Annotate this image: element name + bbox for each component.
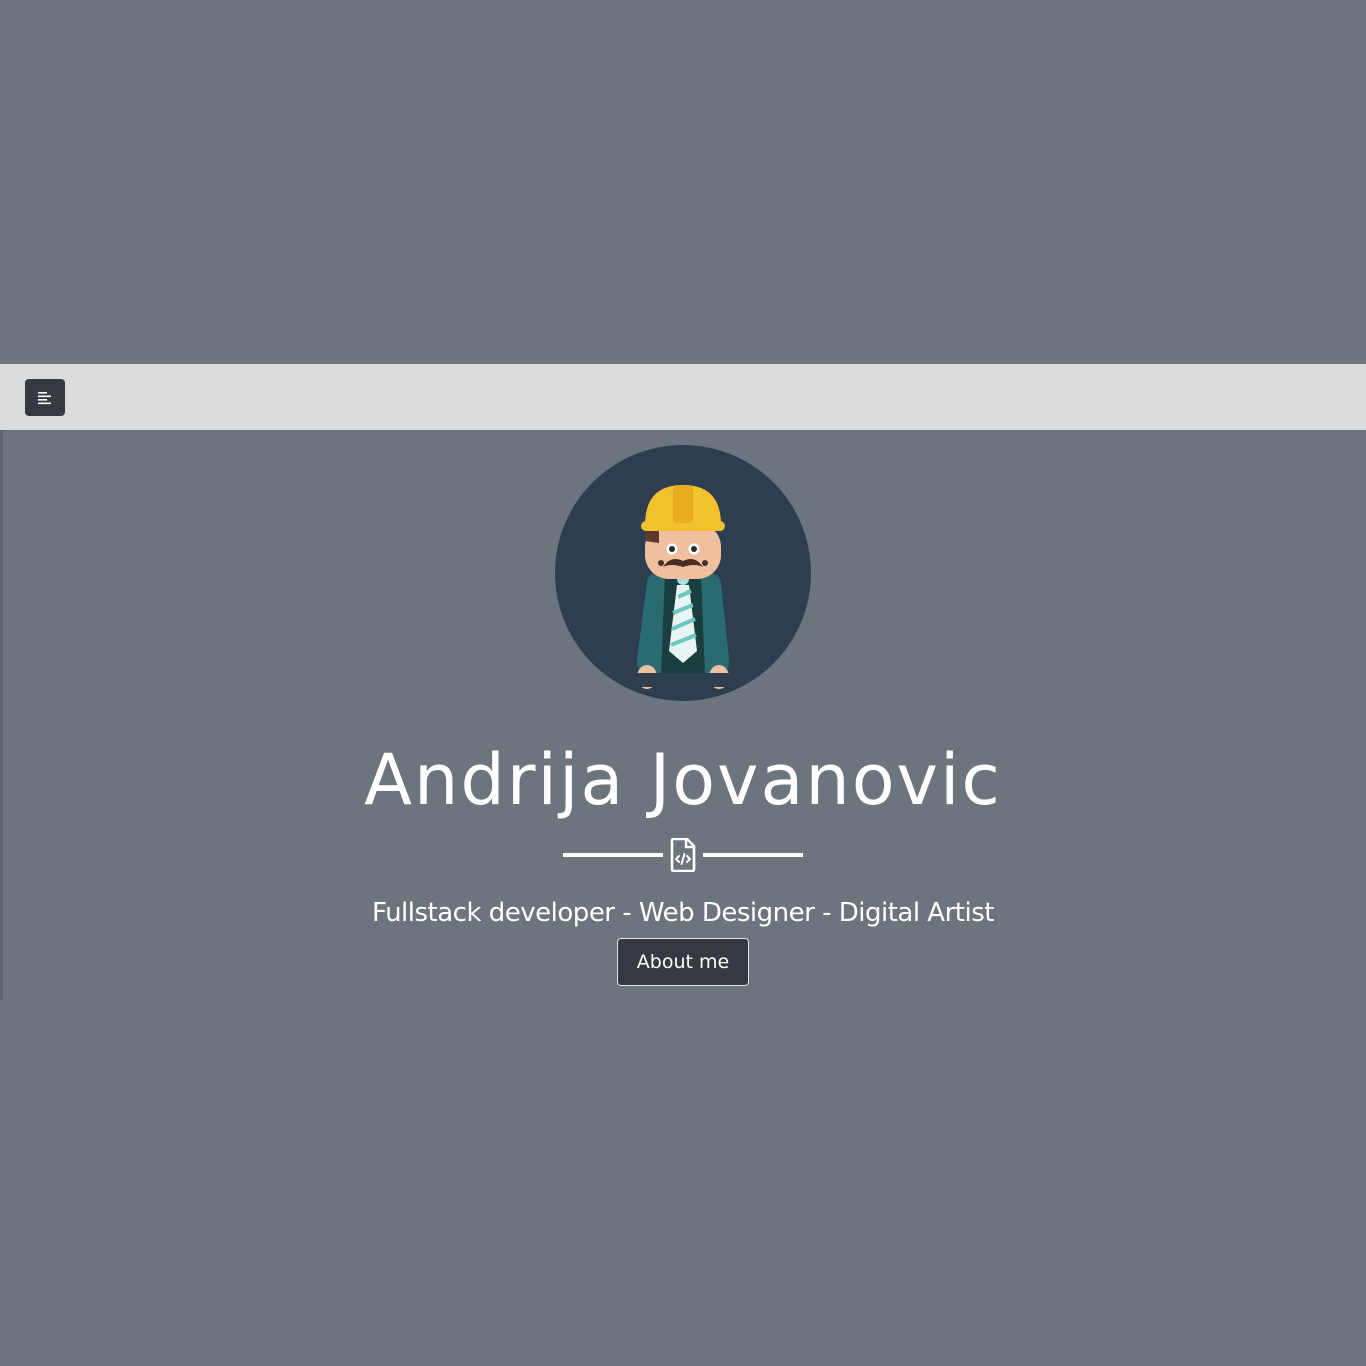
title-divider — [563, 838, 803, 872]
divider-line-right — [703, 853, 803, 857]
hero-tagline: Fullstack developer - Web Designer - Dig… — [372, 898, 994, 928]
page-title: Andrija Jovanovic — [364, 739, 1002, 821]
page: Andrija Jovanovic Fullstack developer - … — [0, 0, 1366, 1366]
about-me-button[interactable]: About me — [617, 938, 749, 986]
divider-line-left — [563, 853, 663, 857]
menu-lines-icon — [38, 391, 51, 404]
builder-avatar-icon — [555, 445, 811, 701]
top-navbar — [0, 364, 1366, 430]
code-file-icon — [670, 838, 696, 872]
nav-toggle-button[interactable] — [25, 379, 65, 416]
